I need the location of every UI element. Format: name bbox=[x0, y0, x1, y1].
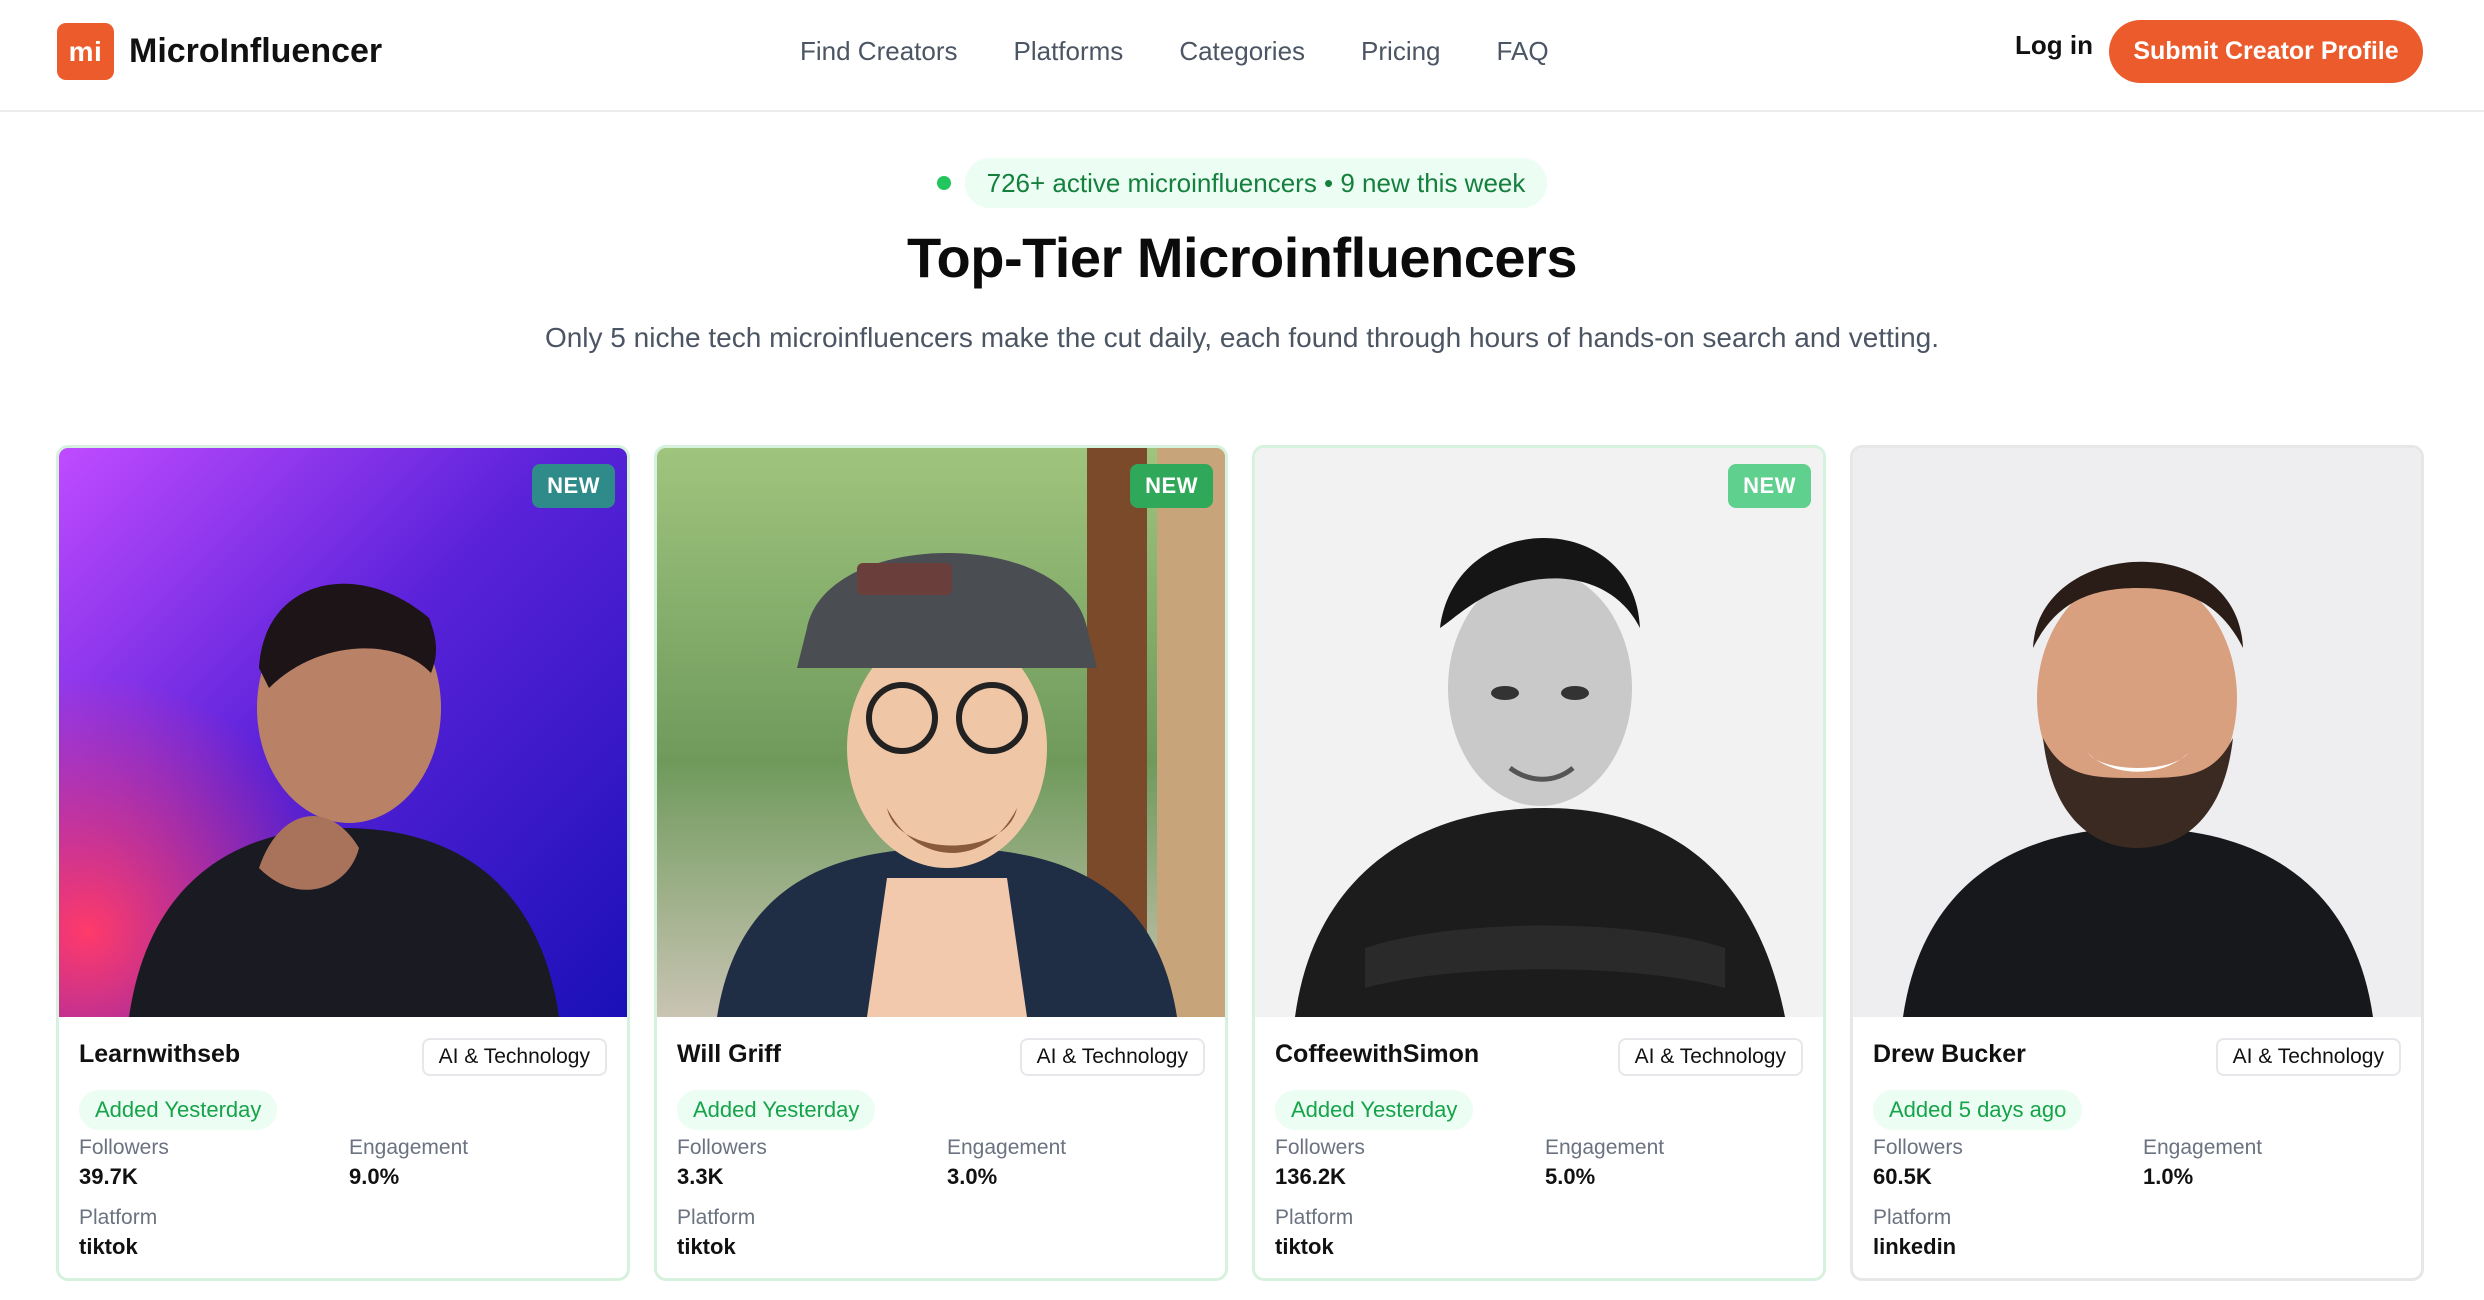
platform-value: tiktok bbox=[79, 1234, 138, 1259]
platform-label: Platform bbox=[1275, 1206, 1354, 1229]
platform-label: Platform bbox=[79, 1206, 158, 1229]
followers-value: 60.5K bbox=[1873, 1164, 1932, 1189]
category-tag[interactable]: AI & Technology bbox=[1617, 1038, 1803, 1076]
top-navbar: mi MicroInfluencer Find Creators Platfor… bbox=[0, 0, 2484, 112]
platform-value: tiktok bbox=[1275, 1234, 1334, 1259]
added-badge: Added 5 days ago bbox=[1873, 1090, 2083, 1130]
creator-name[interactable]: Learnwithseb bbox=[79, 1040, 240, 1069]
followers-value: 136.2K bbox=[1275, 1164, 1346, 1189]
creator-photo bbox=[657, 448, 1225, 1017]
platform-value: linkedin bbox=[1873, 1234, 1957, 1259]
new-badge: NEW bbox=[1728, 464, 1811, 508]
nav-categories[interactable]: Categories bbox=[1179, 36, 1305, 67]
main-nav: Find Creators Platforms Categories Prici… bbox=[800, 28, 1605, 74]
nav-find-creators[interactable]: Find Creators bbox=[800, 36, 958, 67]
followers-label: Followers bbox=[1873, 1136, 1963, 1159]
creator-name[interactable]: Will Griff bbox=[677, 1040, 781, 1069]
nav-pricing[interactable]: Pricing bbox=[1361, 36, 1440, 67]
creator-grid: NEW Learnwithseb AI & Technology Added Y… bbox=[56, 445, 2428, 1281]
brand-logo[interactable]: mi bbox=[57, 23, 114, 80]
brand[interactable]: mi MicroInfluencer bbox=[57, 23, 382, 80]
creator-name[interactable]: CoffeewithSimon bbox=[1275, 1040, 1479, 1069]
creator-card[interactable]: NEW Learnwithseb AI & Technology Added Y… bbox=[56, 445, 630, 1281]
engagement-value: 9.0% bbox=[349, 1164, 400, 1189]
creator-photo-image bbox=[1255, 448, 1823, 1017]
platform-label: Platform bbox=[1873, 1206, 1952, 1229]
platform-label: Platform bbox=[677, 1206, 756, 1229]
followers-label: Followers bbox=[79, 1136, 169, 1159]
engagement-value: 5.0% bbox=[1545, 1164, 1596, 1189]
new-badge: NEW bbox=[1130, 464, 1213, 508]
added-badge: Added Yesterday bbox=[79, 1090, 278, 1130]
category-tag[interactable]: AI & Technology bbox=[2215, 1038, 2401, 1076]
status-pill: 726+ active microinfluencers • 9 new thi… bbox=[964, 158, 1548, 208]
creator-card[interactable]: Drew Bucker AI & Technology Added 5 days… bbox=[1850, 445, 2424, 1281]
nav-faq[interactable]: FAQ bbox=[1497, 36, 1549, 67]
page-subtitle: Only 5 niche tech microinfluencers make … bbox=[544, 322, 1940, 353]
status-banner: 726+ active microinfluencers • 9 new thi… bbox=[0, 158, 2484, 208]
added-badge: Added Yesterday bbox=[677, 1090, 876, 1130]
creator-card[interactable]: NEW CoffeewithSimon AI & Technology Adde… bbox=[1252, 445, 1826, 1281]
brand-name[interactable]: MicroInfluencer bbox=[129, 32, 382, 71]
creator-photo bbox=[1853, 448, 2421, 1017]
creator-card[interactable]: NEW Will Griff AI & Technology Added Yes… bbox=[654, 445, 1228, 1281]
creator-photo bbox=[1255, 448, 1823, 1017]
engagement-label: Engagement bbox=[2143, 1136, 2263, 1159]
creator-photo-image bbox=[1853, 448, 2421, 1017]
submit-creator-profile-button[interactable]: Submit Creator Profile bbox=[2109, 20, 2423, 83]
creator-photo-image bbox=[59, 448, 627, 1017]
creator-name[interactable]: Drew Bucker bbox=[1873, 1040, 2026, 1069]
engagement-label: Engagement bbox=[1545, 1136, 1665, 1159]
login-link[interactable]: Log in bbox=[2015, 30, 2093, 61]
followers-label: Followers bbox=[677, 1136, 767, 1159]
page-title: Top-Tier Microinfluencers bbox=[907, 226, 1577, 289]
category-tag[interactable]: AI & Technology bbox=[421, 1038, 607, 1076]
engagement-value: 3.0% bbox=[947, 1164, 998, 1189]
followers-label: Followers bbox=[1275, 1136, 1365, 1159]
live-status-dot-icon bbox=[936, 176, 951, 190]
category-tag[interactable]: AI & Technology bbox=[1019, 1038, 1205, 1076]
platform-value: tiktok bbox=[677, 1234, 736, 1259]
engagement-label: Engagement bbox=[349, 1136, 469, 1159]
new-badge: NEW bbox=[532, 464, 615, 508]
added-badge: Added Yesterday bbox=[1275, 1090, 1474, 1130]
followers-value: 3.3K bbox=[677, 1164, 724, 1189]
engagement-value: 1.0% bbox=[2143, 1164, 2194, 1189]
creator-photo-image bbox=[657, 448, 1225, 1017]
nav-platforms[interactable]: Platforms bbox=[1014, 36, 1124, 67]
engagement-label: Engagement bbox=[947, 1136, 1067, 1159]
creator-photo bbox=[59, 448, 627, 1017]
followers-value: 39.7K bbox=[79, 1164, 138, 1189]
